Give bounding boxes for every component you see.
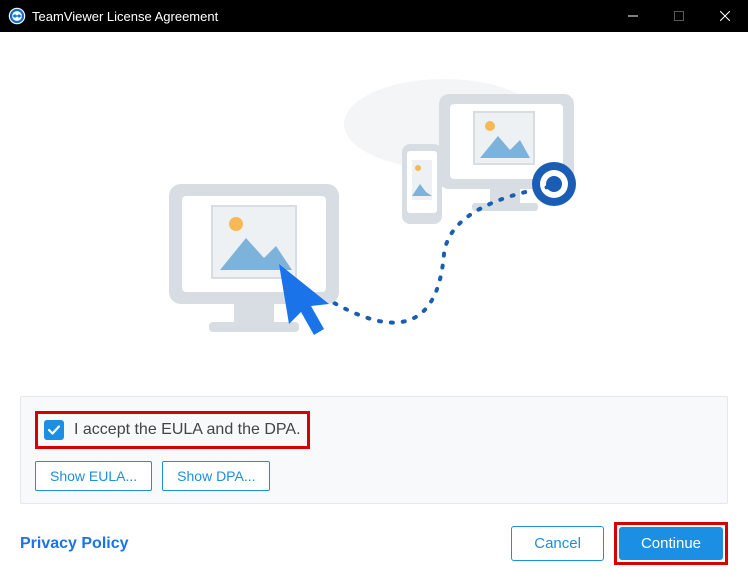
titlebar: TeamViewer License Agreement (0, 0, 748, 32)
cancel-button[interactable]: Cancel (511, 526, 604, 561)
privacy-policy-link[interactable]: Privacy Policy (20, 535, 129, 553)
footer: Privacy Policy Cancel Continue (20, 518, 728, 569)
maximize-button (656, 0, 702, 32)
accept-eula-checkbox[interactable] (44, 420, 64, 440)
window-title: TeamViewer License Agreement (32, 9, 610, 24)
close-button[interactable] (702, 0, 748, 32)
eula-buttons: Show EULA... Show DPA... (35, 461, 713, 491)
content-area: I accept the EULA and the DPA. Show EULA… (0, 32, 748, 569)
app-logo-icon (8, 7, 26, 25)
continue-button[interactable]: Continue (619, 527, 723, 560)
continue-highlight: Continue (614, 522, 728, 565)
eula-panel: I accept the EULA and the DPA. Show EULA… (20, 396, 728, 504)
accept-eula-label: I accept the EULA and the DPA. (74, 421, 301, 439)
illustration (20, 32, 728, 396)
devices-illustration-icon (154, 54, 594, 374)
show-dpa-button[interactable]: Show DPA... (162, 461, 270, 491)
window-controls (610, 0, 748, 32)
accept-eula-row[interactable]: I accept the EULA and the DPA. (35, 411, 310, 449)
minimize-button[interactable] (610, 0, 656, 32)
show-eula-button[interactable]: Show EULA... (35, 461, 152, 491)
checkmark-icon (47, 423, 61, 437)
